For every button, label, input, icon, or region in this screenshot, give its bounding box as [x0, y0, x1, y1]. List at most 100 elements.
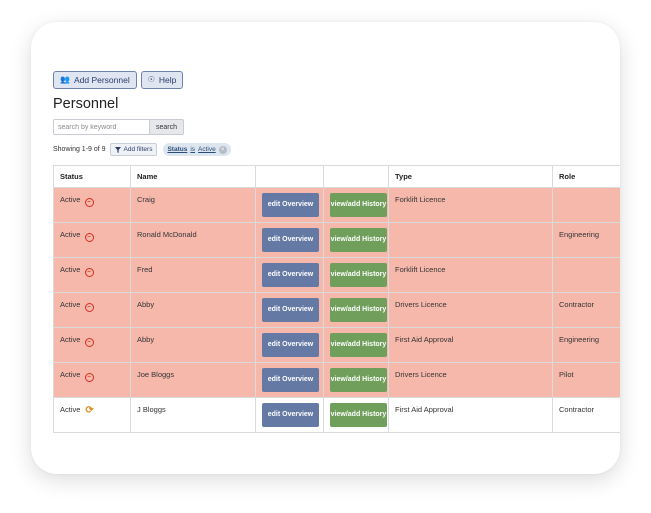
view-add-history-button[interactable]: view/add History [330, 228, 387, 252]
name-cell: J Bloggs [130, 397, 256, 433]
toolbar: 👥 Add Personnel ☉ Help [53, 71, 184, 89]
edit-cell: edit Overview [255, 397, 324, 433]
filter-icon [114, 146, 121, 153]
status-text: Active [60, 405, 81, 414]
role-cell: Engineering [552, 222, 620, 258]
personnel-card: 👥 Add Personnel ☉ Help Personnel search … [31, 22, 620, 474]
expired-icon: – [84, 373, 94, 382]
search-input[interactable] [53, 119, 149, 135]
search-button[interactable]: search [149, 119, 185, 135]
column-header-edit [255, 165, 324, 188]
table-row: Active – Ronald McDonald edit Overview v… [53, 222, 620, 258]
name-cell: Fred [130, 257, 256, 293]
users-icon: 👥 [60, 75, 70, 84]
name-cell: Abby [130, 327, 256, 363]
help-icon: ☉ [147, 75, 155, 84]
status-cell: Active ⟳ [53, 397, 131, 433]
edit-overview-button[interactable]: edit Overview [262, 263, 319, 287]
renew-icon: ⟳ [85, 405, 94, 416]
column-header-type[interactable]: Type [388, 165, 553, 188]
table-row: Active – Abby edit Overview view/add His… [53, 327, 620, 363]
type-cell: Drivers Licence [388, 292, 553, 328]
status-text: Active [60, 335, 81, 344]
history-cell: view/add History [323, 362, 389, 398]
type-cell: Drivers Licence [388, 362, 553, 398]
expired-icon: – [84, 303, 94, 312]
page-title: Personnel [53, 96, 119, 112]
view-add-history-button[interactable]: view/add History [330, 333, 387, 357]
edit-overview-button[interactable]: edit Overview [262, 368, 319, 392]
history-cell: view/add History [323, 327, 389, 363]
search-bar: search [53, 119, 185, 135]
status-text: Active [60, 300, 81, 309]
remove-filter-icon[interactable]: × [218, 145, 227, 154]
table-row: Active – Joe Bloggs edit Overview view/a… [53, 362, 620, 398]
status-cell: Active – [53, 362, 131, 398]
personnel-table: Status Name Type Role Active – Craig edi… [53, 165, 620, 433]
expired-icon: – [84, 268, 94, 277]
edit-cell: edit Overview [255, 222, 324, 258]
view-add-history-button[interactable]: view/add History [330, 298, 387, 322]
status-text: Active [60, 265, 81, 274]
history-cell: view/add History [323, 187, 389, 223]
table-row: Active – Craig edit Overview view/add Hi… [53, 187, 620, 223]
chip-field: Status [167, 146, 188, 153]
column-header-name[interactable]: Name [130, 165, 256, 188]
status-cell: Active – [53, 257, 131, 293]
name-cell: Abby [130, 292, 256, 328]
column-header-status[interactable]: Status [53, 165, 131, 188]
add-filters-button[interactable]: Add filters [109, 143, 158, 156]
history-cell: view/add History [323, 397, 389, 433]
role-cell: Pilot [552, 362, 620, 398]
type-cell: First Aid Approval [388, 397, 553, 433]
type-cell: Forklift Licence [388, 187, 553, 223]
help-button[interactable]: ☉ Help [140, 71, 184, 89]
role-cell: Engineering [552, 327, 620, 363]
status-cell: Active – [53, 292, 131, 328]
type-cell: Forklift Licence [388, 257, 553, 293]
edit-overview-button[interactable]: edit Overview [262, 193, 319, 217]
add-personnel-label: Add Personnel [73, 75, 130, 85]
column-header-role[interactable]: Role [552, 165, 620, 188]
chip-op: is [190, 146, 196, 153]
table-row: Active ⟳ J Bloggs edit Overview view/add… [53, 397, 620, 433]
type-cell: First Aid Approval [388, 327, 553, 363]
help-label: Help [158, 75, 177, 85]
edit-cell: edit Overview [255, 187, 324, 223]
edit-cell: edit Overview [255, 362, 324, 398]
status-text: Active [60, 230, 81, 239]
edit-overview-button[interactable]: edit Overview [262, 228, 319, 252]
view-add-history-button[interactable]: view/add History [330, 263, 387, 287]
table-header-row: Status Name Type Role [53, 165, 620, 188]
filter-bar: Showing 1-9 of 9 Add filters Status is A… [53, 143, 231, 156]
role-cell: Contractor [552, 397, 620, 433]
view-add-history-button[interactable]: view/add History [330, 193, 387, 217]
column-header-history [323, 165, 389, 188]
edit-cell: edit Overview [255, 292, 324, 328]
edit-overview-button[interactable]: edit Overview [262, 298, 319, 322]
edit-cell: edit Overview [255, 257, 324, 293]
status-cell: Active – [53, 222, 131, 258]
edit-overview-button[interactable]: edit Overview [262, 333, 319, 357]
status-cell: Active – [53, 187, 131, 223]
add-personnel-button[interactable]: 👥 Add Personnel [53, 71, 137, 89]
history-cell: view/add History [323, 222, 389, 258]
table-row: Active – Abby edit Overview view/add His… [53, 292, 620, 328]
name-cell: Craig [130, 187, 256, 223]
view-add-history-button[interactable]: view/add History [330, 403, 387, 427]
personnel-table-wrapper[interactable]: Status Name Type Role Active – Craig edi… [53, 165, 620, 433]
history-cell: view/add History [323, 292, 389, 328]
table-row: Active – Fred edit Overview view/add His… [53, 257, 620, 293]
view-add-history-button[interactable]: view/add History [330, 368, 387, 392]
status-text: Active [60, 370, 81, 379]
name-cell: Joe Bloggs [130, 362, 256, 398]
filter-chip-status[interactable]: Status is Active × [163, 143, 231, 156]
status-text: Active [60, 195, 81, 204]
add-filters-label: Add filters [123, 146, 153, 153]
history-cell: view/add History [323, 257, 389, 293]
status-cell: Active – [53, 327, 131, 363]
edit-overview-button[interactable]: edit Overview [262, 403, 319, 427]
type-cell [388, 222, 553, 258]
name-cell: Ronald McDonald [130, 222, 256, 258]
chip-value: Active [198, 146, 216, 153]
